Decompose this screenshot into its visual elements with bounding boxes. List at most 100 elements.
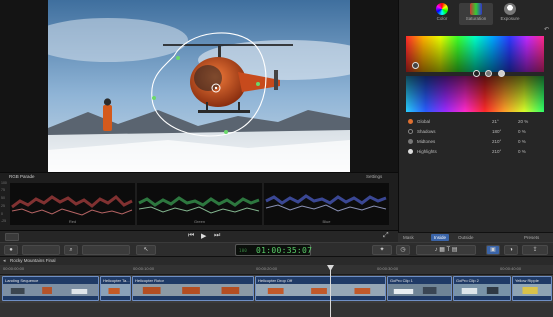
color-board-bottom[interactable] bbox=[406, 76, 544, 112]
edit-buttons-group[interactable] bbox=[82, 245, 130, 255]
clip-thumbnails bbox=[454, 284, 510, 296]
clip-name: Helicopter Ta... bbox=[103, 278, 130, 283]
ruler-tc-0: 00:00:00:00 bbox=[3, 266, 25, 271]
timeline-clip[interactable]: Yellow Ripple bbox=[512, 276, 552, 301]
row-midtones-percent: 0 % bbox=[518, 139, 526, 144]
global-puck[interactable] bbox=[412, 62, 419, 69]
ruler-tc-1: 00:00:10:00 bbox=[133, 266, 155, 271]
tab-mask[interactable]: Mask bbox=[403, 235, 414, 240]
midtones-puck[interactable] bbox=[485, 70, 492, 77]
row-highlights-angle: 210° bbox=[492, 149, 502, 154]
project-name: Rocky Mountains Final bbox=[10, 258, 56, 263]
tab-exposure[interactable]: Exposure bbox=[493, 3, 527, 25]
row-shadows-label: Shadows bbox=[417, 129, 436, 134]
row-global-label: Global bbox=[417, 119, 431, 124]
select-tool-button[interactable]: ↖ bbox=[136, 245, 156, 255]
tab-saturation[interactable]: Saturation bbox=[459, 3, 493, 25]
shadows-dot bbox=[408, 129, 413, 134]
viewer-frame-image bbox=[48, 0, 350, 172]
clip-name: GoPro Clip 2 bbox=[456, 278, 479, 283]
scale-neg25: -25 bbox=[1, 219, 7, 223]
tab-inside[interactable]: Inside bbox=[431, 234, 450, 241]
shadows-puck[interactable] bbox=[473, 70, 480, 77]
row-shadows[interactable]: Shadows 180° 0 % bbox=[408, 128, 548, 136]
clip-name: GoPro Clip 1 bbox=[390, 278, 413, 283]
timeline-clip[interactable]: Helicopter Drop Off bbox=[255, 276, 386, 301]
tab-saturation-label: Saturation bbox=[465, 16, 487, 21]
library-buttons-group[interactable]: ♪ ▦ T ▤ bbox=[416, 245, 476, 255]
color-board-inspector: Color Saturation Exposure ↶ Global 21° 2… bbox=[398, 0, 553, 232]
row-global-percent: 20 % bbox=[518, 119, 529, 124]
media-browser-button[interactable] bbox=[22, 245, 60, 255]
timeline-clip[interactable]: Landing Sequence bbox=[2, 276, 99, 301]
red-channel-label: Red bbox=[68, 219, 77, 224]
tab-exposure-label: Exposure bbox=[500, 16, 520, 21]
row-shadows-angle: 180° bbox=[492, 129, 502, 134]
retime-button[interactable]: ◷ bbox=[396, 245, 410, 255]
transport-bar: ⏮ ▶ ⏭ ⤢ bbox=[0, 230, 398, 242]
main-toolbar: ● ⌕ ↖ 100 01:00:35:07 ✦ ◷ ♪ ▦ T ▤ ▣ ◑ ⇪ bbox=[0, 242, 553, 257]
reset-icon[interactable]: ↶ bbox=[544, 26, 549, 33]
scale-0: 0 bbox=[1, 212, 3, 216]
viewer-options-button[interactable] bbox=[5, 233, 19, 241]
highlights-puck[interactable] bbox=[498, 70, 505, 77]
scale-25: 25 bbox=[1, 204, 5, 208]
blue-channel-label: Blue bbox=[322, 219, 331, 224]
clip-thumbnails bbox=[388, 284, 451, 296]
viewer[interactable] bbox=[48, 0, 350, 172]
row-global[interactable]: Global 21° 20 % bbox=[408, 118, 548, 126]
highlights-dot bbox=[408, 149, 413, 154]
row-highlights-label: Highlights bbox=[417, 149, 437, 154]
clip-thumbnails bbox=[133, 284, 253, 296]
background-tasks-button[interactable]: ◑ bbox=[504, 245, 518, 255]
microphone-icon[interactable]: ● bbox=[4, 245, 18, 255]
timeline-clip[interactable]: Helicopter Ta... bbox=[100, 276, 131, 301]
inspector-toggle-button[interactable]: ▣ bbox=[486, 245, 500, 255]
next-frame-icon[interactable]: ⏭ bbox=[214, 232, 220, 240]
scale-50: 50 bbox=[1, 196, 5, 200]
timeline-clip[interactable]: GoPro Clip 2 bbox=[453, 276, 511, 301]
tab-color[interactable]: Color bbox=[425, 3, 459, 25]
color-board-top[interactable] bbox=[406, 36, 544, 72]
timeline-clip[interactable]: GoPro Clip 1 bbox=[387, 276, 452, 301]
person-figure bbox=[103, 105, 112, 131]
global-dot bbox=[408, 119, 413, 124]
red-parade: Red bbox=[10, 183, 135, 225]
enhance-button[interactable]: ✦ bbox=[372, 245, 392, 255]
timecode-mini: 100 bbox=[239, 248, 248, 253]
video-scopes: RGB Parade Settings 100 75 50 25 0 -25 R… bbox=[0, 172, 398, 230]
previous-frame-icon[interactable]: ⏮ bbox=[188, 232, 194, 240]
timecode-display[interactable]: 100 01:00:35:07 bbox=[235, 244, 313, 256]
play-icon[interactable]: ▶ bbox=[201, 232, 206, 240]
ruler-tc-3: 00:00:30:00 bbox=[377, 266, 399, 271]
clip-thumbnails bbox=[256, 284, 385, 296]
green-channel-label: Green bbox=[193, 219, 206, 224]
ruler-tc-4: 00:00:40:00 bbox=[500, 266, 522, 271]
clip-thumbnails bbox=[101, 284, 130, 296]
scope-settings-button[interactable]: Settings bbox=[366, 174, 382, 179]
presets-button[interactable]: Presets bbox=[524, 235, 539, 240]
share-button[interactable]: ⇪ bbox=[522, 245, 548, 255]
row-global-angle: 21° bbox=[492, 119, 499, 124]
clip-name: Helicopter Rotor bbox=[135, 278, 164, 283]
scale-100: 100 bbox=[1, 181, 7, 185]
clip-thumbnails bbox=[513, 284, 551, 296]
playhead[interactable] bbox=[330, 266, 331, 317]
timecode-value: 01:00:35:07 bbox=[256, 246, 313, 255]
row-midtones-angle: 210° bbox=[492, 139, 502, 144]
timeline-back-icon[interactable]: ◂ bbox=[3, 258, 6, 264]
timeline-header bbox=[0, 257, 553, 265]
audio-lane[interactable] bbox=[0, 303, 553, 317]
timeline-clip[interactable]: Helicopter Rotor bbox=[132, 276, 254, 301]
row-highlights[interactable]: Highlights 210° 0 % bbox=[408, 148, 548, 156]
tab-outside[interactable]: Outside bbox=[458, 235, 474, 240]
fullscreen-icon[interactable]: ⤢ bbox=[383, 232, 389, 240]
search-icon[interactable]: ⌕ bbox=[64, 245, 78, 255]
row-midtones[interactable]: Midtones 210° 0 % bbox=[408, 138, 548, 146]
clip-name: Yellow Ripple bbox=[515, 278, 539, 283]
color-wheel-icon bbox=[436, 3, 448, 15]
scale-75: 75 bbox=[1, 188, 5, 192]
timeline-ruler[interactable]: 00:00:00:00 00:00:10:00 00:00:20:00 00:0… bbox=[0, 265, 553, 275]
tab-color-label: Color bbox=[436, 16, 448, 21]
saturation-icon bbox=[470, 3, 482, 15]
